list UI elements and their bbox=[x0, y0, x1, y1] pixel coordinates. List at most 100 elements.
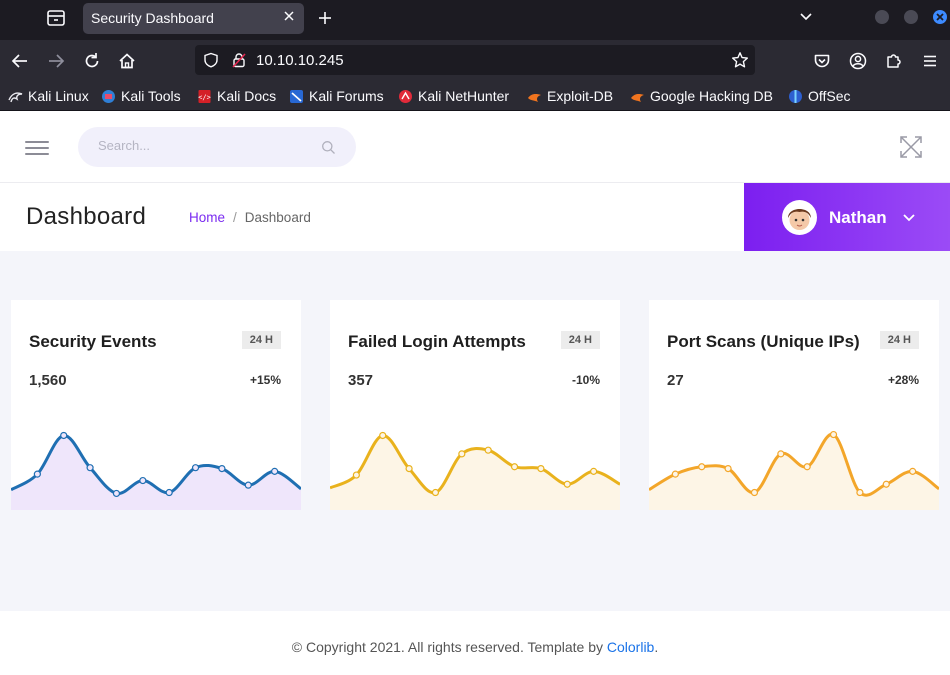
copyright-text: © Copyright 2021. All rights reserved. T… bbox=[291, 639, 603, 655]
bookmark-kali-tools[interactable]: Kali Tools bbox=[101, 87, 181, 105]
kali-forums-icon bbox=[290, 89, 303, 103]
sparkline-point bbox=[112, 489, 121, 498]
fullscreen-icon[interactable] bbox=[898, 134, 924, 160]
sparkline-point bbox=[829, 430, 838, 439]
breadcrumb-home-link[interactable]: Home bbox=[189, 210, 225, 225]
sparkline-point bbox=[165, 488, 173, 497]
hamburger-line bbox=[25, 141, 49, 143]
sparkline-point bbox=[431, 488, 440, 497]
forward-icon[interactable] bbox=[46, 51, 66, 71]
bookmark-star-icon[interactable] bbox=[731, 51, 749, 69]
card-title: Port Scans (Unique IPs) bbox=[667, 332, 860, 351]
bookmark-kali-linux[interactable]: Kali Linux bbox=[8, 87, 89, 105]
bookmark-exploit-db[interactable]: Exploit-DB bbox=[527, 87, 613, 105]
back-icon[interactable] bbox=[10, 51, 30, 71]
extensions-puzzle-icon[interactable] bbox=[884, 51, 904, 71]
bookmark-kali-nethunter[interactable]: Kali NetHunter bbox=[398, 87, 509, 105]
breadcrumb: Home / Dashboard bbox=[189, 210, 311, 225]
footer: © Copyright 2021. All rights reserved. T… bbox=[0, 611, 950, 675]
page-title: Dashboard bbox=[26, 203, 147, 230]
sparkline-area bbox=[649, 434, 939, 510]
address-bar[interactable]: 10.10.10.245 bbox=[195, 45, 755, 75]
search-box bbox=[78, 127, 356, 167]
search-input[interactable] bbox=[98, 138, 298, 153]
card-change: -10% bbox=[571, 373, 600, 387]
reload-icon[interactable] bbox=[82, 51, 102, 71]
user-dropdown[interactable]: Nathan bbox=[744, 183, 950, 251]
bookmark-google-hacking-db[interactable]: Google Hacking DB bbox=[630, 87, 773, 105]
kali-docs-icon: </> bbox=[198, 89, 211, 103]
svg-text:</>: </> bbox=[198, 93, 211, 101]
sidebar-toggle-button[interactable] bbox=[25, 141, 49, 157]
minimize-window-button[interactable] bbox=[875, 10, 889, 24]
security-events-sparkline bbox=[11, 431, 301, 510]
new-tab-icon[interactable] bbox=[316, 9, 334, 27]
chevron-down-icon bbox=[903, 214, 915, 222]
bookmark-label: Kali Docs bbox=[217, 88, 277, 104]
sparkline-point bbox=[271, 467, 279, 475]
kali-dragon-icon bbox=[8, 91, 23, 102]
bookmark-label: Kali Forums bbox=[309, 88, 384, 104]
sparkline-point bbox=[909, 467, 917, 475]
card-port-scans: Port Scans (Unique IPs) 24 H 27 +28% bbox=[649, 300, 939, 510]
offsec-icon bbox=[789, 89, 802, 103]
sparkline-point bbox=[405, 464, 413, 473]
tab-security-dashboard[interactable]: Security Dashboard bbox=[83, 3, 304, 34]
card-title: Failed Login Attempts bbox=[348, 332, 526, 351]
avatar bbox=[782, 200, 817, 235]
sparkline-point bbox=[803, 463, 811, 471]
sparkline-point bbox=[671, 470, 679, 478]
close-tab-icon[interactable] bbox=[282, 9, 296, 23]
user-name: Nathan bbox=[829, 208, 887, 227]
list-all-tabs-icon[interactable] bbox=[798, 10, 814, 24]
copyright: © Copyright 2021. All rights reserved. T… bbox=[0, 639, 950, 655]
menu-hamburger-icon[interactable] bbox=[920, 51, 940, 71]
sparkline-point bbox=[724, 464, 732, 473]
insecure-lock-icon[interactable] bbox=[231, 52, 247, 68]
sparkline-point bbox=[882, 480, 890, 488]
bookmark-offsec[interactable]: OffSec bbox=[788, 87, 851, 105]
card-value: 1,560 bbox=[29, 372, 67, 389]
account-icon[interactable] bbox=[848, 51, 868, 71]
card-change: +28% bbox=[887, 373, 919, 387]
browser-navigation-bar: 10.10.10.245 bbox=[0, 40, 950, 82]
failed-logins-sparkline bbox=[330, 431, 620, 510]
breadcrumb-current: Dashboard bbox=[244, 210, 311, 225]
sparkline-point bbox=[352, 471, 360, 479]
search-icon[interactable] bbox=[321, 140, 336, 155]
tracking-protection-shield-icon[interactable] bbox=[203, 52, 219, 68]
url-text: 10.10.10.245 bbox=[256, 52, 344, 69]
time-range-badge: 24 H bbox=[879, 331, 919, 349]
sparkline-point bbox=[458, 450, 466, 458]
bookmark-kali-docs[interactable]: </> Kali Docs bbox=[197, 87, 276, 105]
time-range-badge: 24 H bbox=[241, 331, 281, 349]
bookmark-label: OffSec bbox=[808, 88, 851, 104]
bookmark-label: Google Hacking DB bbox=[650, 88, 773, 104]
sparkline-point bbox=[698, 463, 706, 471]
card-change: +15% bbox=[249, 373, 281, 387]
close-window-button[interactable] bbox=[933, 10, 947, 24]
maximize-window-button[interactable] bbox=[904, 10, 918, 24]
exploit-db-icon bbox=[528, 93, 541, 102]
sparkline-point bbox=[563, 480, 571, 488]
user-avatar-icon bbox=[788, 209, 811, 230]
hamburger-line bbox=[25, 147, 49, 149]
hamburger-line bbox=[25, 153, 49, 155]
sparkline-point bbox=[33, 470, 41, 478]
bookmark-label: Exploit-DB bbox=[547, 88, 614, 104]
sparkline-point bbox=[244, 481, 252, 489]
firefox-view-icon[interactable] bbox=[44, 7, 68, 29]
tab-title: Security Dashboard bbox=[91, 10, 214, 26]
port-scans-sparkline bbox=[649, 430, 939, 510]
sparkline-point bbox=[86, 464, 94, 472]
bookmark-kali-forums[interactable]: Kali Forums bbox=[289, 87, 384, 105]
kali-tools-icon bbox=[102, 89, 115, 103]
bookmarks-toolbar: Kali Linux Kali Tools </> Kali Docs Kali… bbox=[0, 82, 950, 111]
close-icon bbox=[936, 13, 944, 21]
browser-tab-bar: Security Dashboard bbox=[0, 0, 950, 40]
pocket-icon[interactable] bbox=[812, 51, 832, 71]
sparkline-point bbox=[60, 431, 68, 440]
colorlib-link[interactable]: Colorlib bbox=[607, 639, 654, 655]
home-icon[interactable] bbox=[117, 51, 137, 71]
sparkline-point bbox=[191, 464, 200, 472]
